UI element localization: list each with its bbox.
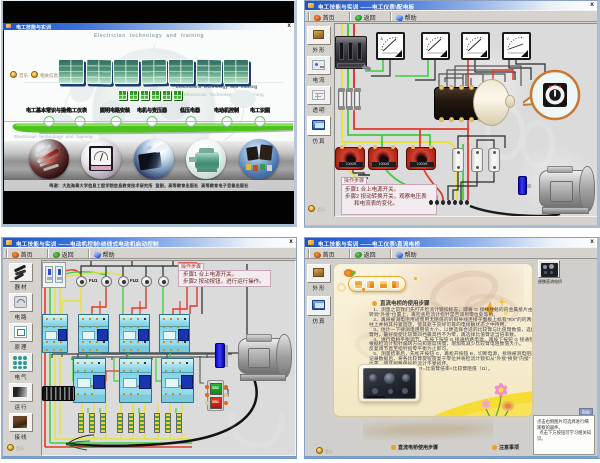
svg-text:A: A	[426, 37, 429, 41]
svg-text:V: V	[507, 37, 510, 41]
svg-text:A: A	[466, 37, 469, 41]
svg-text:A: A	[381, 37, 384, 41]
